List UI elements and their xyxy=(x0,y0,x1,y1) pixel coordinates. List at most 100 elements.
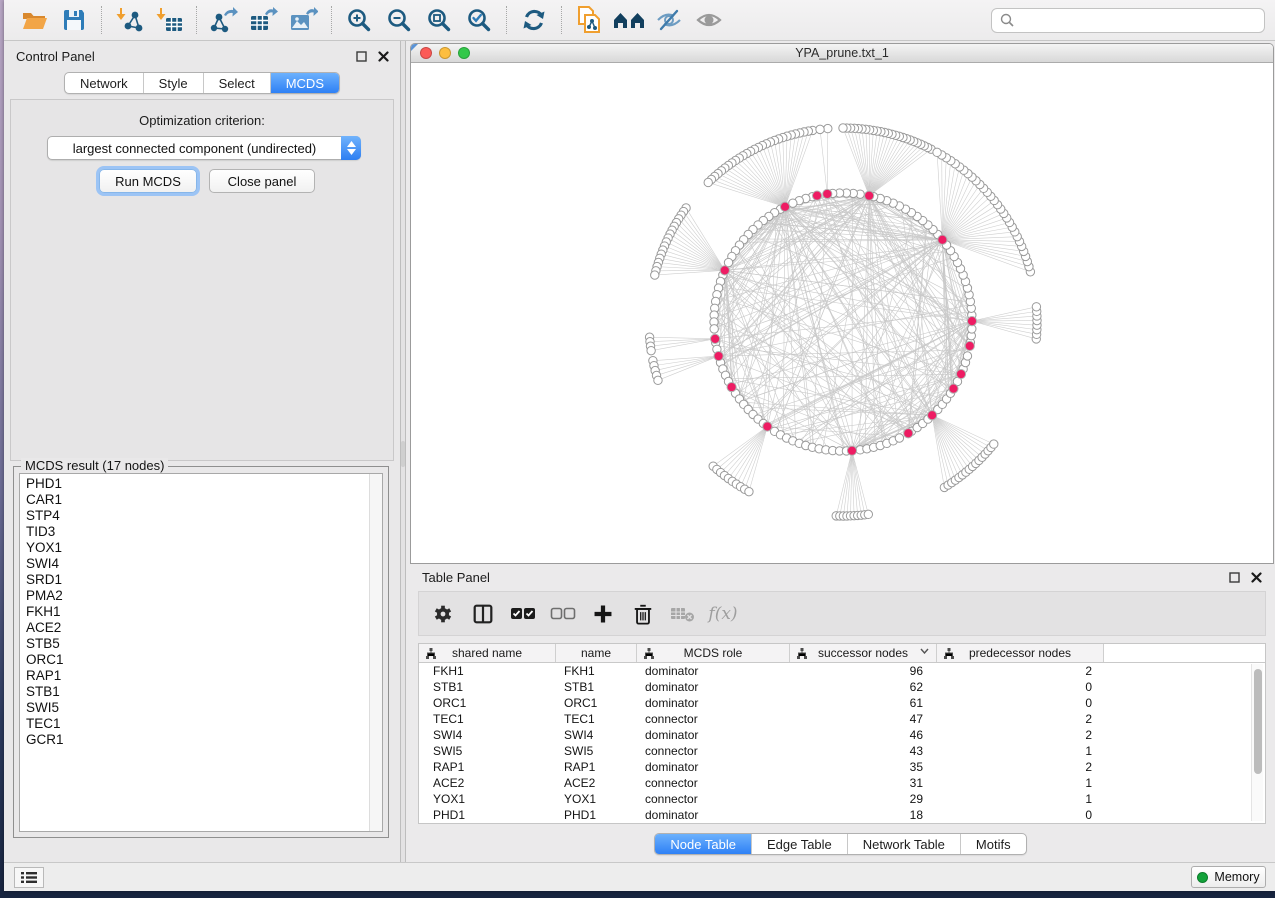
import-network-icon xyxy=(115,7,143,33)
memory-button[interactable]: Memory xyxy=(1191,866,1266,888)
table-row[interactable]: RAP1RAP1dominator352 xyxy=(419,759,1265,775)
column-header-name[interactable]: name xyxy=(556,644,637,662)
mcds-result-item[interactable]: TEC1 xyxy=(26,716,367,732)
toolbar-separator xyxy=(331,6,332,34)
optimization-criterion-select[interactable]: largest connected component (undirected) xyxy=(47,136,361,160)
table-row[interactable]: ORC1ORC1dominator610 xyxy=(419,695,1265,711)
control-panel-title: Control Panel xyxy=(16,49,95,64)
import-table-button[interactable] xyxy=(149,3,189,37)
first-neighbors-icon xyxy=(613,8,645,32)
zoom-in-button[interactable] xyxy=(339,3,379,37)
tab-motifs[interactable]: Motifs xyxy=(961,834,1026,854)
refresh-button[interactable] xyxy=(514,3,554,37)
toolbar-separator xyxy=(196,6,197,34)
table-settings-button[interactable] xyxy=(429,599,457,629)
main-toolbar xyxy=(4,0,1275,41)
mcds-result-item[interactable]: STB1 xyxy=(26,684,367,700)
search-box[interactable] xyxy=(991,8,1265,33)
table-cell: ACE2 xyxy=(419,775,556,791)
column-header-shared-name[interactable]: shared name xyxy=(419,644,556,662)
splitter-grip[interactable] xyxy=(401,441,405,467)
table-row[interactable]: SWI4SWI4dominator462 xyxy=(419,727,1265,743)
table-cell: 31 xyxy=(790,775,937,791)
result-list-scrollbar[interactable] xyxy=(369,474,382,831)
column-header-mcds-role[interactable]: MCDS role xyxy=(637,644,790,662)
table-cell: 2 xyxy=(937,711,1104,727)
mcds-result-item[interactable]: YOX1 xyxy=(26,540,367,556)
task-history-button[interactable] xyxy=(14,867,44,888)
open-file-button[interactable] xyxy=(14,3,54,37)
zoom-fit-button[interactable] xyxy=(419,3,459,37)
export-image-button[interactable] xyxy=(284,3,324,37)
status-bar: Memory xyxy=(4,862,1275,891)
tab-node-table[interactable]: Node Table xyxy=(655,834,752,854)
mcds-result-item[interactable]: GCR1 xyxy=(26,732,367,748)
mcds-result-item[interactable]: STB5 xyxy=(26,636,367,652)
mcds-result-item[interactable]: ACE2 xyxy=(26,620,367,636)
mcds-result-item[interactable]: RAP1 xyxy=(26,668,367,684)
column-layout-button[interactable] xyxy=(469,599,497,629)
trash-icon xyxy=(632,602,654,626)
hide-selected-button[interactable] xyxy=(649,3,689,37)
export-table-button[interactable] xyxy=(244,3,284,37)
tab-edge-table[interactable]: Edge Table xyxy=(752,834,848,854)
table-row[interactable]: PHD1PHD1dominator180 xyxy=(419,807,1265,823)
mcds-result-item[interactable]: STP4 xyxy=(26,508,367,524)
sort-descending-icon xyxy=(920,648,929,654)
select-all-rows-button[interactable] xyxy=(509,599,537,629)
network-window-titlebar[interactable]: YPA_prune.txt_1 xyxy=(411,44,1273,63)
export-network-button[interactable] xyxy=(204,3,244,37)
clone-network-button[interactable] xyxy=(569,3,609,37)
mcds-result-item[interactable]: PHD1 xyxy=(26,476,367,492)
tab-mcds[interactable]: MCDS xyxy=(271,73,339,93)
mcds-result-item[interactable]: FKH1 xyxy=(26,604,367,620)
mcds-result-item[interactable]: ORC1 xyxy=(26,652,367,668)
application-window: Control Panel Network Style Select MCDS … xyxy=(4,0,1275,891)
close-panel-icon[interactable] xyxy=(374,48,392,64)
zoom-selected-button[interactable] xyxy=(459,3,499,37)
column-header-successor-nodes[interactable]: successor nodes xyxy=(790,644,937,662)
search-input[interactable] xyxy=(1014,13,1256,28)
show-all-button[interactable] xyxy=(689,3,729,37)
close-table-panel-icon[interactable] xyxy=(1247,569,1265,585)
mcds-result-item[interactable]: PMA2 xyxy=(26,588,367,604)
table-row[interactable]: ACE2ACE2connector311 xyxy=(419,775,1265,791)
close-panel-button[interactable]: Close panel xyxy=(209,169,315,193)
import-network-button[interactable] xyxy=(109,3,149,37)
tab-network-table[interactable]: Network Table xyxy=(848,834,961,854)
network-canvas[interactable] xyxy=(411,63,1273,563)
table-cell: 1 xyxy=(937,775,1104,791)
mcds-result-group: MCDS result (17 nodes) PHD1CAR1STP4TID3Y… xyxy=(13,466,389,838)
run-mcds-button[interactable]: Run MCDS xyxy=(99,169,197,193)
mcds-result-item[interactable]: SWI5 xyxy=(26,700,367,716)
delete-column-button[interactable] xyxy=(629,599,657,629)
first-neighbors-button[interactable] xyxy=(609,3,649,37)
table-row[interactable]: FKH1FKH1dominator962 xyxy=(419,663,1265,679)
tab-select[interactable]: Select xyxy=(204,73,271,93)
mcds-result-list[interactable]: PHD1CAR1STP4TID3YOX1SWI4SRD1PMA2FKH1ACE2… xyxy=(19,473,383,832)
table-row[interactable]: SWI5SWI5connector431 xyxy=(419,743,1265,759)
zoom-out-button[interactable] xyxy=(379,3,419,37)
table-scrollbar-thumb[interactable] xyxy=(1254,669,1262,774)
tab-network[interactable]: Network xyxy=(65,73,144,93)
float-table-panel-icon[interactable] xyxy=(1225,569,1243,585)
memory-label: Memory xyxy=(1214,870,1259,884)
table-row[interactable]: STB1STB1dominator620 xyxy=(419,679,1265,695)
add-column-button[interactable] xyxy=(589,599,617,629)
mcds-result-item[interactable]: SRD1 xyxy=(26,572,367,588)
mcds-result-item[interactable]: TID3 xyxy=(26,524,367,540)
deselect-all-rows-button[interactable] xyxy=(549,599,577,629)
save-icon xyxy=(62,8,86,32)
table-row[interactable]: TEC1TEC1connector472 xyxy=(419,711,1265,727)
mcds-result-item[interactable]: SWI4 xyxy=(26,556,367,572)
save-session-button[interactable] xyxy=(54,3,94,37)
table-cell: 61 xyxy=(790,695,937,711)
zoom-out-icon xyxy=(386,7,412,33)
table-cell: ACE2 xyxy=(556,775,637,791)
float-panel-icon[interactable] xyxy=(352,48,370,64)
column-header-predecessor-nodes[interactable]: predecessor nodes xyxy=(937,644,1104,662)
mcds-result-item[interactable]: CAR1 xyxy=(26,492,367,508)
tab-style[interactable]: Style xyxy=(144,73,204,93)
table-scrollbar[interactable] xyxy=(1251,664,1263,821)
table-row[interactable]: YOX1YOX1connector291 xyxy=(419,791,1265,807)
